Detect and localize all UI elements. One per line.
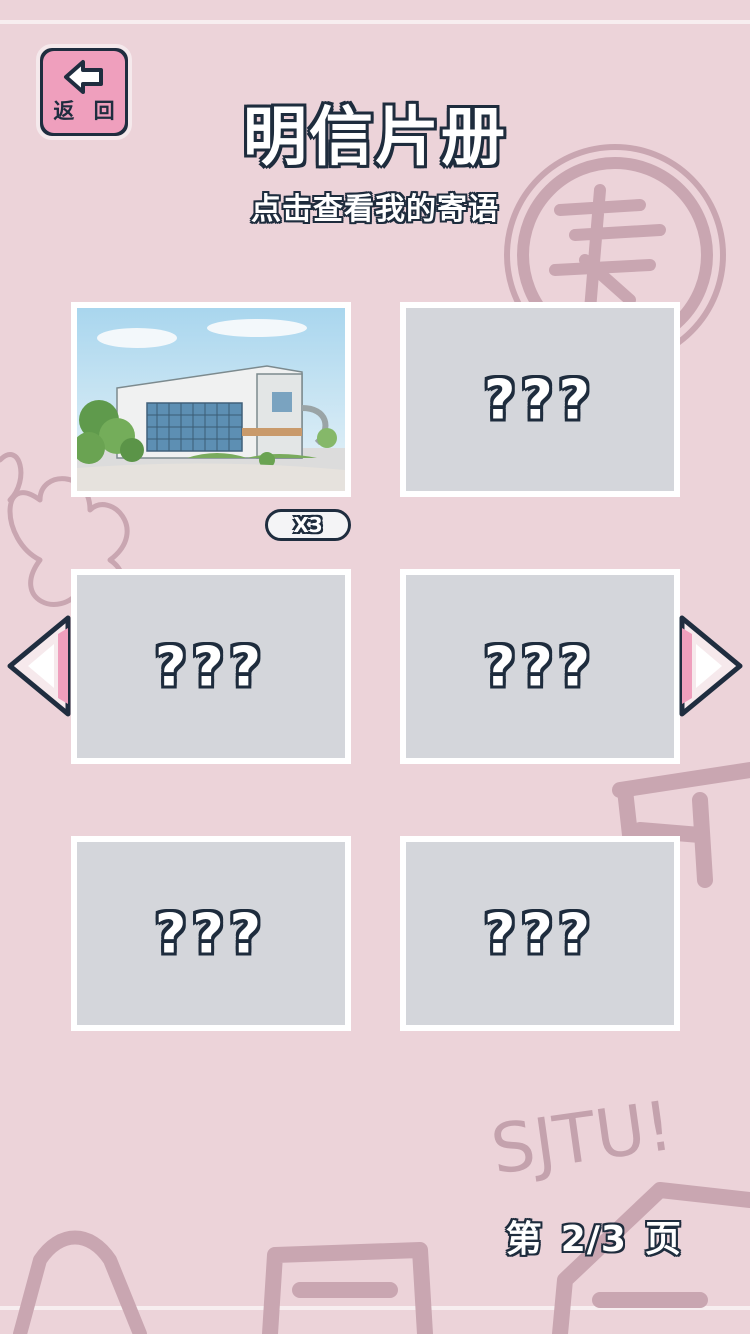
- locked-placeholder: ???: [155, 902, 267, 965]
- next-page-arrow-icon[interactable]: [678, 614, 744, 718]
- locked-placeholder: ???: [155, 635, 267, 698]
- locked-placeholder: ???: [484, 368, 596, 431]
- previous-page-arrow-icon[interactable]: [6, 614, 72, 718]
- postcard-6-locked[interactable]: ???: [400, 836, 680, 1031]
- locked-placeholder: ???: [484, 902, 596, 965]
- postcard-count-badge: X3: [265, 509, 351, 541]
- postcard-2-locked[interactable]: ???: [400, 302, 680, 497]
- postcard-4-locked[interactable]: ???: [400, 569, 680, 764]
- page-title: 明信片册: [243, 101, 507, 175]
- page-indicator: 第 2/3 页: [506, 1210, 682, 1262]
- locked-placeholder: ???: [484, 635, 596, 698]
- page-number: 2/3: [560, 1219, 627, 1260]
- page-subtitle: 点击查看我的寄语: [251, 192, 499, 227]
- postcard-album-screen: SJTU! 返 回 明信片册 点击查看我的寄语 X3 ??? ??? ??? ?…: [0, 0, 750, 1334]
- svg-text:SJTU!: SJTU!: [487, 1087, 678, 1191]
- postcard-1-unlocked[interactable]: [71, 302, 351, 497]
- library-building-illustration: [77, 308, 345, 491]
- postcard-3-locked[interactable]: ???: [71, 569, 351, 764]
- page-prefix: 第: [505, 1219, 543, 1260]
- page-suffix: 页: [644, 1219, 682, 1260]
- postcard-5-locked[interactable]: ???: [71, 836, 351, 1031]
